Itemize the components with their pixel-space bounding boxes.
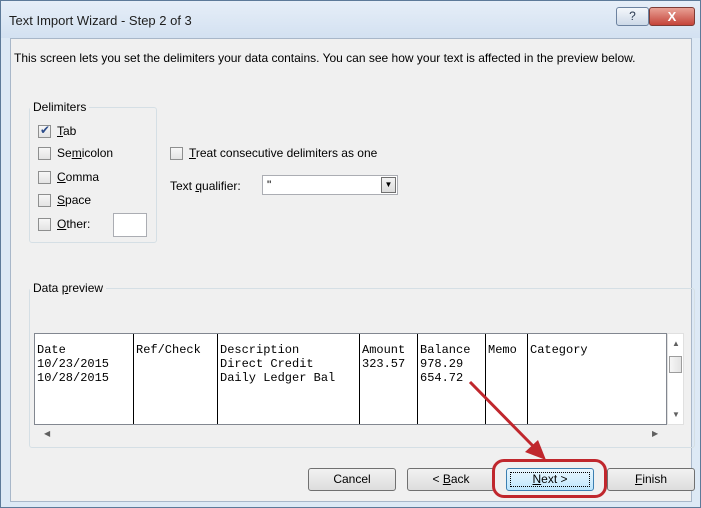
annotation-arrow-icon [468,380,546,460]
